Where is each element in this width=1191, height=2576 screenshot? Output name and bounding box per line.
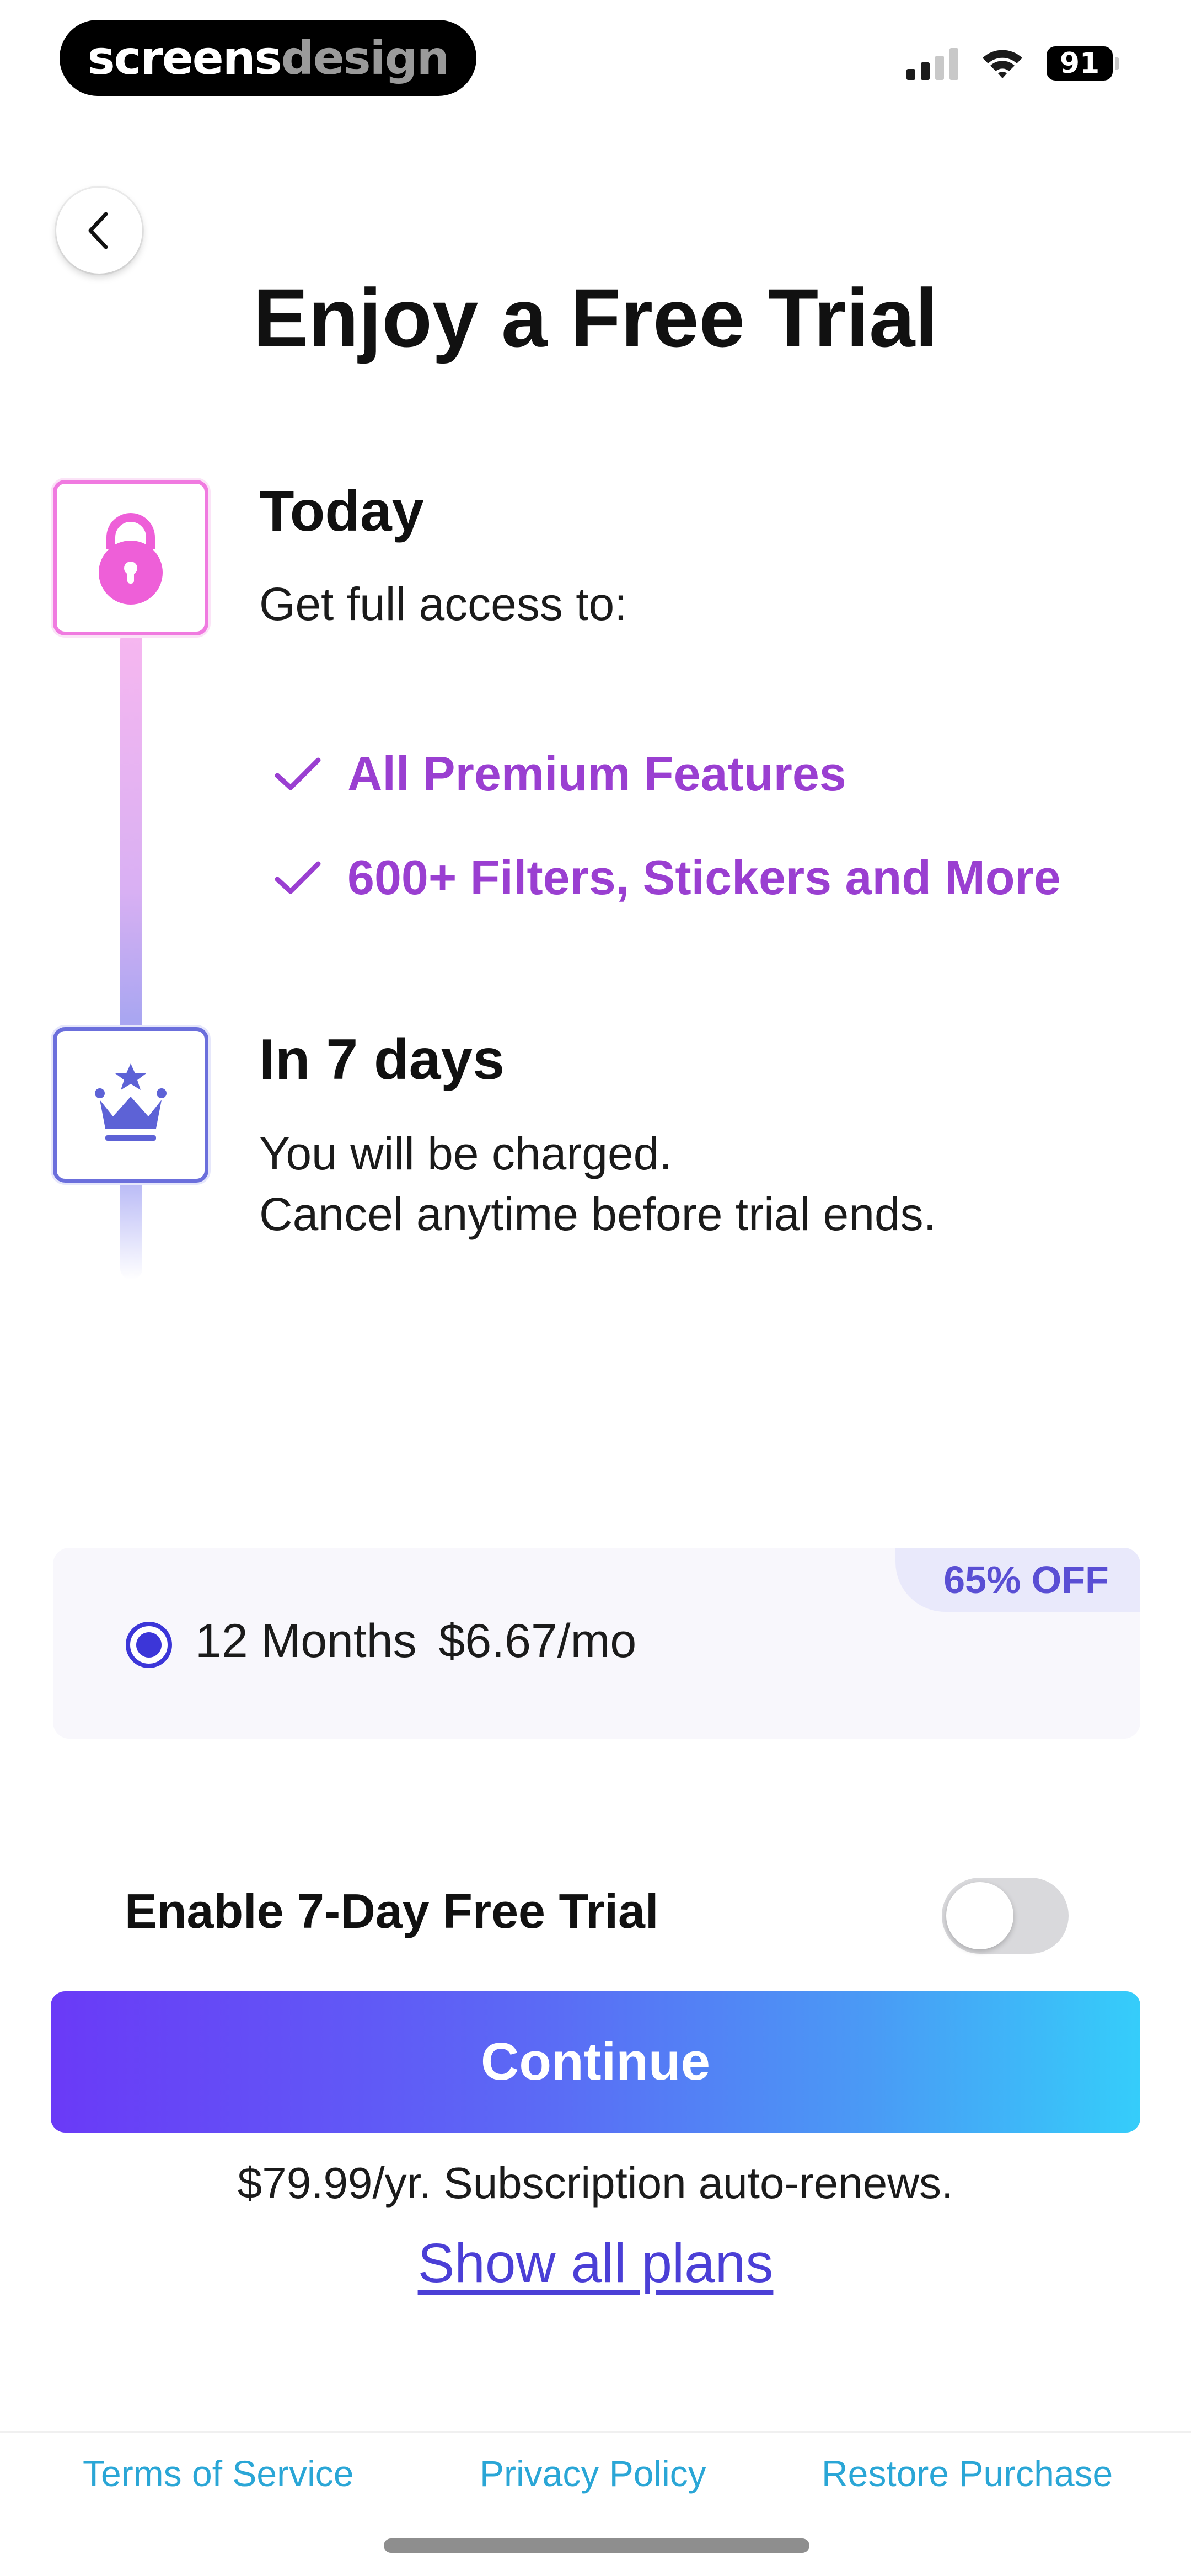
check-icon	[270, 850, 325, 905]
check-icon	[270, 746, 325, 801]
step-charge-title: In 7 days	[259, 1028, 505, 1092]
free-trial-toggle[interactable]	[942, 1878, 1069, 1954]
lock-icon	[99, 513, 163, 605]
plan-option-12-months[interactable]: 65% OFF 12 Months $6.67/mo	[53, 1548, 1140, 1739]
feature-item: 600+ Filters, Stickers and More	[270, 849, 1061, 906]
footer-divider	[0, 2431, 1191, 2433]
battery-icon: 91	[1047, 46, 1119, 81]
plan-duration: 12 Months	[195, 1615, 417, 1668]
price-note: $79.99/yr. Subscription auto-renews.	[237, 2158, 954, 2208]
brand-part1: screens	[87, 31, 282, 85]
feature-label: All Premium Features	[347, 746, 846, 801]
show-all-plans-link[interactable]: Show all plans	[0, 2232, 1191, 2295]
restore-purchase-link[interactable]: Restore Purchase	[822, 2452, 1113, 2494]
plan-radio-selected[interactable]	[126, 1622, 172, 1668]
status-icons: 91	[906, 46, 1119, 81]
plan-price: $6.67/mo	[438, 1615, 637, 1668]
toggle-knob	[946, 1882, 1013, 1949]
step-today-icon-box	[53, 480, 208, 635]
free-trial-label: Enable 7-Day Free Trial	[125, 1884, 659, 1938]
discount-badge: 65% OFF	[895, 1548, 1140, 1612]
home-indicator[interactable]	[384, 2538, 809, 2553]
battery-level: 91	[1047, 46, 1113, 81]
step-charge-text-1: You will be charged.	[259, 1127, 672, 1179]
step-charge-text-2: Cancel anytime before trial ends.	[259, 1188, 936, 1240]
chevron-left-icon	[88, 212, 108, 249]
page-title: Enjoy a Free Trial	[253, 271, 938, 364]
plan-label: 12 Months $6.67/mo	[195, 1614, 636, 1669]
feature-item: All Premium Features	[270, 746, 846, 802]
step-today-subtitle: Get full access to:	[259, 578, 627, 630]
back-button[interactable]	[56, 188, 142, 274]
feature-label: 600+ Filters, Stickers and More	[347, 850, 1061, 905]
continue-button[interactable]: Continue	[51, 1991, 1140, 2133]
cellular-signal-icon	[906, 47, 958, 80]
step-charge-icon-box	[53, 1027, 208, 1183]
wifi-icon	[980, 47, 1024, 80]
crown-icon	[95, 1063, 167, 1141]
screensdesign-watermark: screens design	[60, 20, 476, 96]
privacy-policy-link[interactable]: Privacy Policy	[480, 2452, 706, 2494]
brand-part2: design	[281, 31, 450, 85]
terms-of-service-link[interactable]: Terms of Service	[83, 2452, 353, 2494]
step-today-title: Today	[259, 479, 424, 543]
